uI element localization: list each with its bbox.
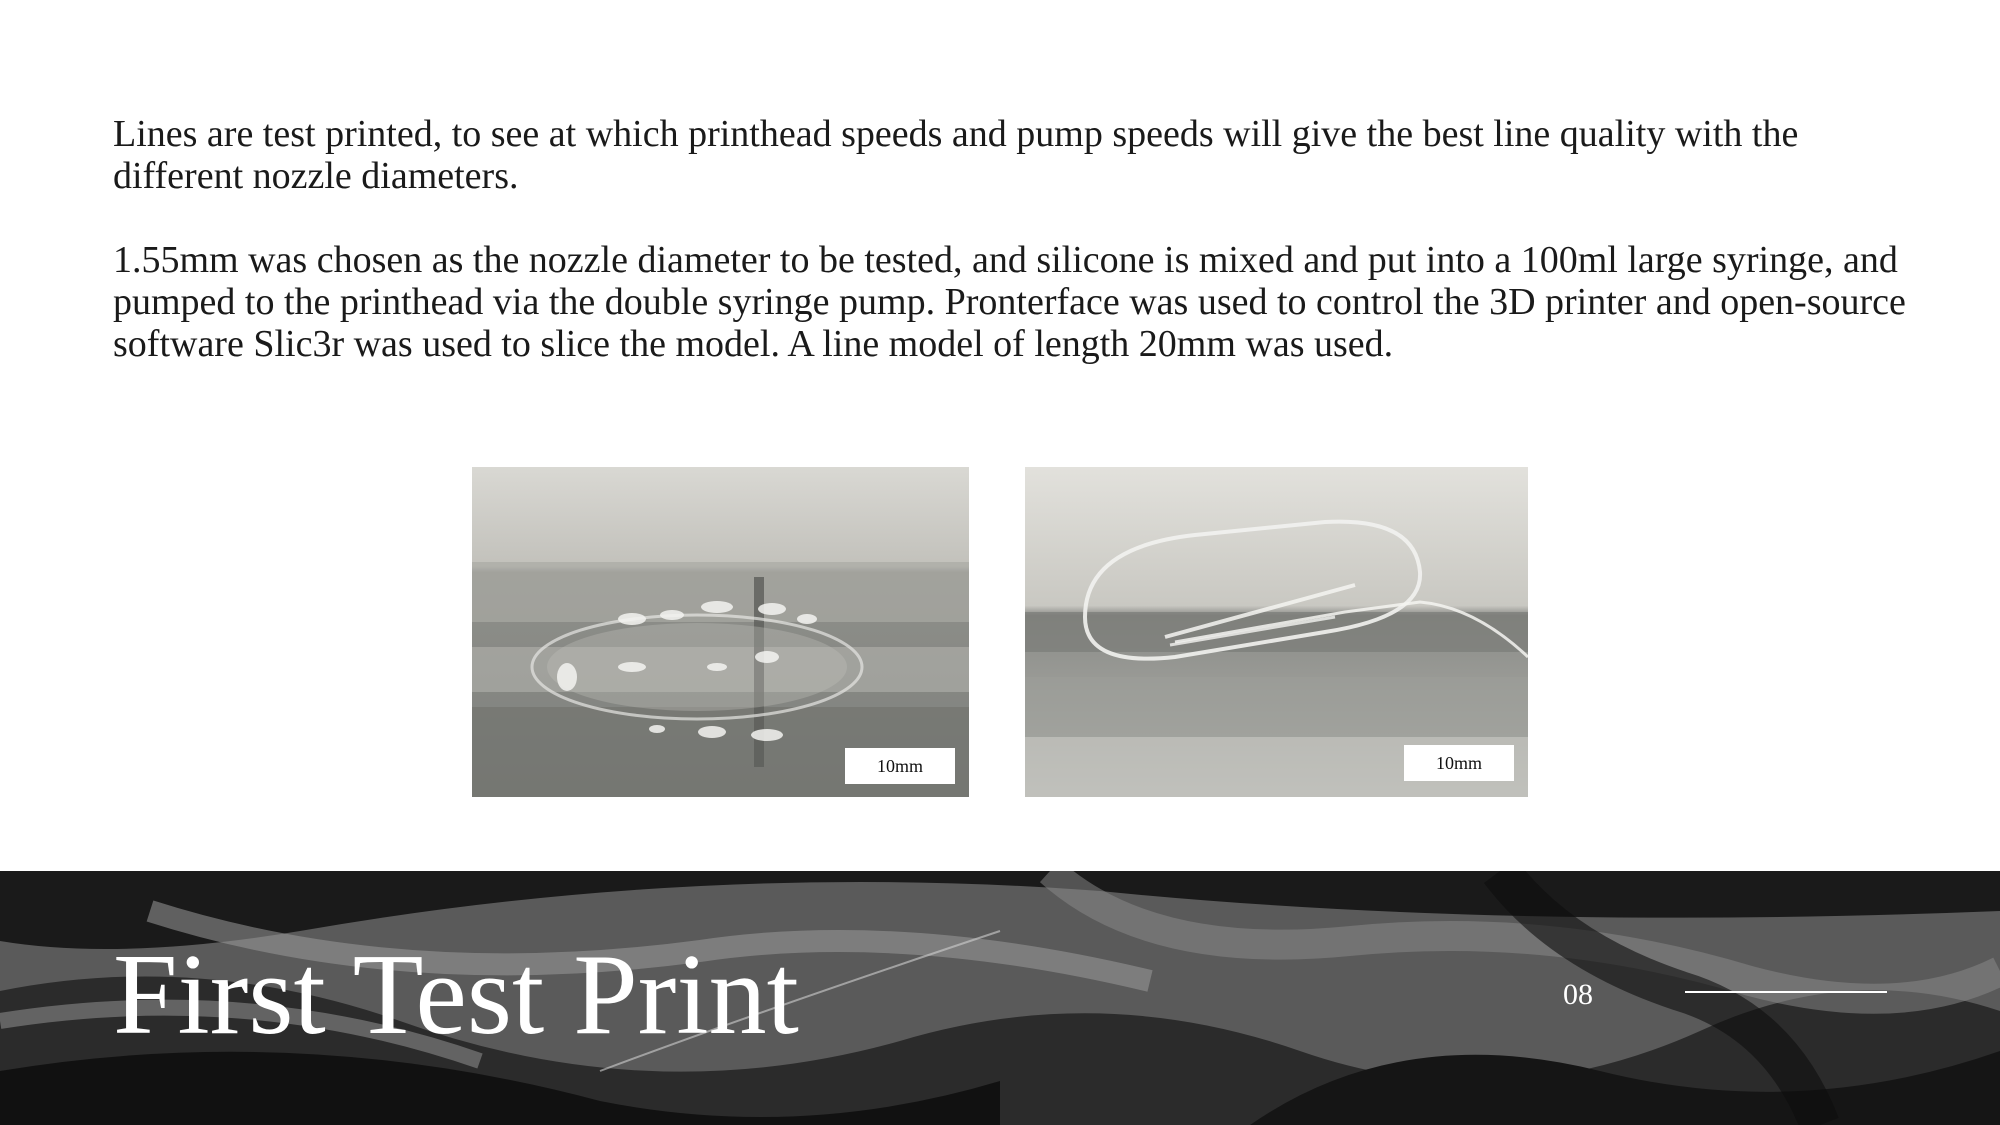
page-number: 08	[1563, 978, 1593, 1011]
paragraph-method: 1.55mm was chosen as the nozzle diameter…	[113, 239, 1906, 365]
scale-bar-label: 10mm	[1404, 745, 1514, 781]
body-text: Lines are test printed, to see at which …	[113, 113, 1913, 407]
footer-divider-line	[1685, 991, 1887, 993]
test-print-photo-1: 10mm	[472, 467, 969, 797]
scale-bar-label: 10mm	[845, 748, 955, 784]
test-print-photo-2: 10mm	[1025, 467, 1528, 797]
slide-title: First Test Print	[113, 931, 799, 1059]
paragraph-intro: Lines are test printed, to see at which …	[113, 113, 1799, 197]
